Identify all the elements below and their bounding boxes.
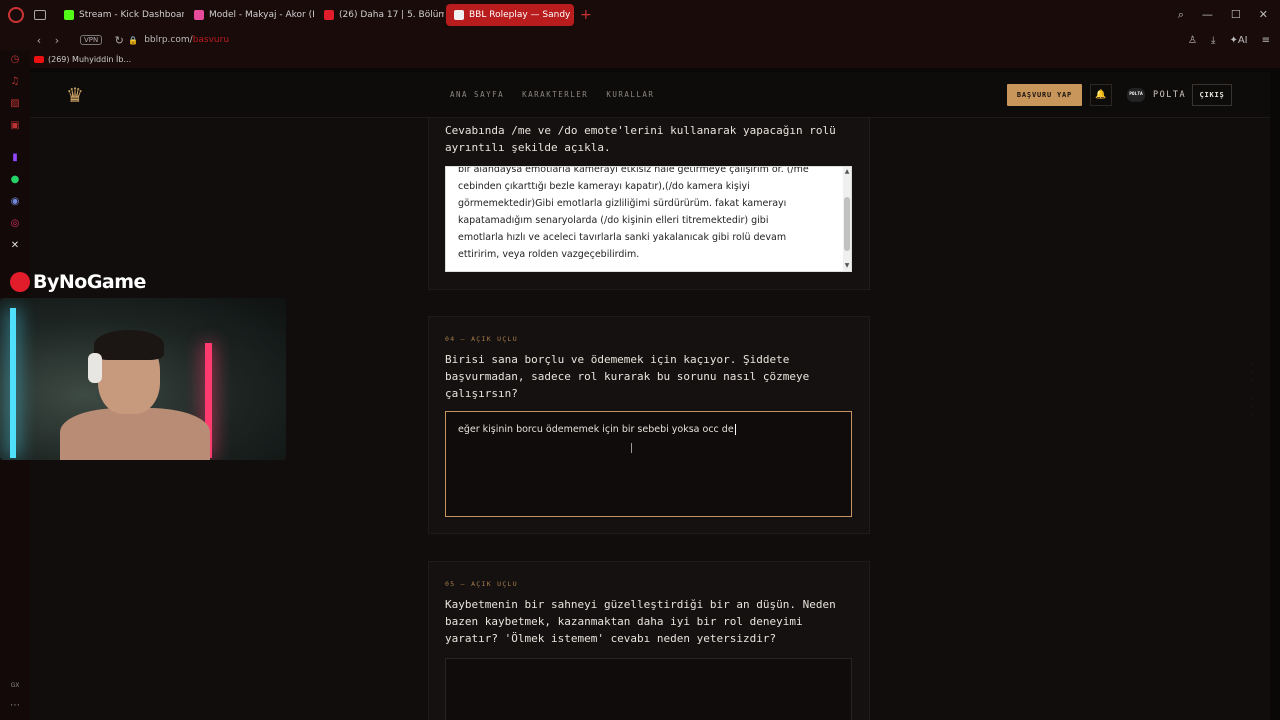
workspaces-icon[interactable] (34, 10, 46, 20)
vpn-badge[interactable]: VPN (80, 35, 103, 45)
lock-icon[interactable]: 🔒 (128, 36, 138, 45)
forward-icon[interactable]: › (48, 34, 66, 47)
question-text: Birisi sana borçlu ve ödememek için kaçı… (445, 353, 810, 400)
nav-kurallar[interactable]: KURALLAR (606, 90, 654, 99)
scroll-down-icon[interactable]: ▼ (843, 261, 851, 271)
more-icon[interactable]: ⋯ (9, 700, 21, 712)
answer-line: bir alandaysa emotlarla kamerayı etkisiz… (458, 166, 809, 175)
webcam-feed (0, 298, 286, 460)
brand-overlay: ByNoGame (10, 271, 146, 293)
question-card-4: 04 — AÇIK UÇLU Birisi sana borçlu ve öde… (428, 316, 870, 534)
url-field[interactable]: bblrp.com/basvuru (144, 35, 229, 45)
close-icon[interactable]: ✕ (1259, 8, 1268, 22)
bookmarks-bar: (269) Muhyiddin İb... (0, 50, 1280, 68)
instagram-icon[interactable]: ◎ (9, 218, 21, 230)
download-icon[interactable]: ⤓ (1211, 35, 1215, 46)
browser-tabbar: Stream - Kick Dashboard Model - Makyaj -… (0, 0, 1280, 30)
question-card-5: 05 — AÇIK UÇLU Kaybetmenin bir sahneyi g… (428, 561, 870, 720)
bell-icon[interactable]: 🔔 (1090, 84, 1112, 106)
main-nav: ANA SAYFA KARAKTERLER KURALLAR (450, 90, 654, 99)
scroll-up-icon[interactable]: ▲ (843, 167, 851, 177)
user-name[interactable]: POLTA (1153, 90, 1186, 100)
streamer-body (60, 408, 210, 460)
answer-line: görmemektedir)Gibi emotlarla gizliliğimi… (458, 198, 787, 209)
nav-karakterler[interactable]: KARAKTERLER (522, 90, 588, 99)
brand-text: ByNoGame (33, 271, 146, 293)
address-bar: ‹ › VPN ↻ 🔒 bblrp.com/basvuru ♙ ⤓ ✦AI ≡ (0, 30, 1280, 50)
cleaner-icon[interactable]: ▨ (9, 98, 21, 110)
profile-icon[interactable]: ♙ (1188, 35, 1197, 46)
answer-textarea[interactable]: bir alandaysa emotlarla kamerayı etkisiz… (445, 166, 852, 272)
bynogame-logo-icon (10, 272, 30, 292)
opera-menu-icon[interactable] (8, 7, 24, 23)
menu-icon[interactable]: ≡ (1262, 35, 1270, 46)
tab-bbl-roleplay[interactable]: BBL Roleplay — Sandy Sho (446, 4, 574, 26)
ibeam-cursor-icon (631, 443, 632, 453)
answer-value: eğer kişinin borcu ödememek için bir seb… (458, 424, 734, 435)
question-card-3: Cevabında /me ve /do emote'lerini kullan… (428, 118, 870, 290)
answer-line: ettiririm, veya rolden vazgeçebilirdim. (458, 249, 640, 260)
history-icon[interactable]: ◷ (9, 54, 21, 66)
minimize-icon[interactable]: — (1202, 8, 1213, 22)
x-icon[interactable]: ✕ (9, 240, 21, 252)
tab-youtube[interactable]: (26) Daha 17 | 5. Bölüm - Y (316, 4, 444, 26)
answer-line: emotlarla hızlı ve aceleci tavırlarla sa… (458, 232, 787, 243)
tab-makyaj[interactable]: Model - Makyaj - Akor (Ko (186, 4, 314, 26)
answer-textarea[interactable]: eğer kişinin borcu ödememek için bir seb… (445, 411, 852, 517)
maximize-icon[interactable]: ☐ (1231, 8, 1241, 22)
avatar[interactable]: POLTA (1127, 88, 1145, 102)
youtube-icon (324, 10, 334, 20)
scroll-thumb[interactable] (844, 197, 850, 251)
bookmark-item[interactable]: (269) Muhyiddin İb... (48, 55, 131, 64)
kick-icon (64, 10, 74, 20)
twitch-icon[interactable]: ▮ (9, 152, 21, 164)
ai-icon[interactable]: ✦AI (1229, 35, 1247, 46)
neon-light-left (10, 308, 16, 458)
tab-favicon-icon (454, 10, 464, 20)
site-header: ♛ ANA SAYFA KARAKTERLER KURALLAR BAŞVURU… (30, 72, 1270, 118)
question-tag: 04 — AÇIK UÇLU (445, 335, 518, 343)
question-tag: 05 — AÇIK UÇLU (445, 580, 518, 588)
side-decoration: · · · (1248, 397, 1254, 418)
whatsapp-icon[interactable]: ● (9, 174, 21, 186)
player-icon[interactable]: ♫ (9, 76, 21, 88)
site-logo-icon[interactable]: ♛ (62, 84, 88, 106)
streamer-hair (94, 330, 164, 360)
new-tab-button[interactable]: + (580, 7, 592, 23)
back-icon[interactable]: ‹ (30, 34, 48, 47)
apply-button[interactable]: BAŞVURU YAP (1007, 84, 1082, 106)
tab-kick-dashboard[interactable]: Stream - Kick Dashboard (56, 4, 184, 26)
answer-line: cebinden çıkarttığı bezle kamerayı kapat… (458, 181, 750, 192)
youtube-icon (34, 55, 44, 63)
answer-line: kapatamadığım senaryolarda (/do kişinin … (458, 215, 769, 226)
logout-button[interactable]: ÇIKIŞ (1192, 84, 1232, 106)
discord-icon[interactable]: ◉ (9, 196, 21, 208)
question-text: Kaybetmenin bir sahneyi güzelleştirdiği … (445, 598, 836, 645)
mods-icon[interactable]: ▣ (9, 120, 21, 132)
answer-textarea[interactable] (445, 658, 852, 720)
reload-icon[interactable]: ↻ (110, 34, 128, 47)
side-decoration: · · · (1248, 362, 1254, 383)
caret (734, 424, 736, 435)
nav-ana-sayfa[interactable]: ANA SAYFA (450, 90, 504, 99)
headset-icon (88, 353, 102, 383)
tab-favicon-icon (194, 10, 204, 20)
textarea-scrollbar[interactable]: ▲ ▼ (843, 167, 851, 271)
gx-icon[interactable]: GX (9, 680, 21, 692)
question-text: Cevabında /me ve /do emote'lerini kullan… (445, 124, 836, 154)
search-tabs-icon[interactable]: ⌕ (1178, 8, 1184, 22)
